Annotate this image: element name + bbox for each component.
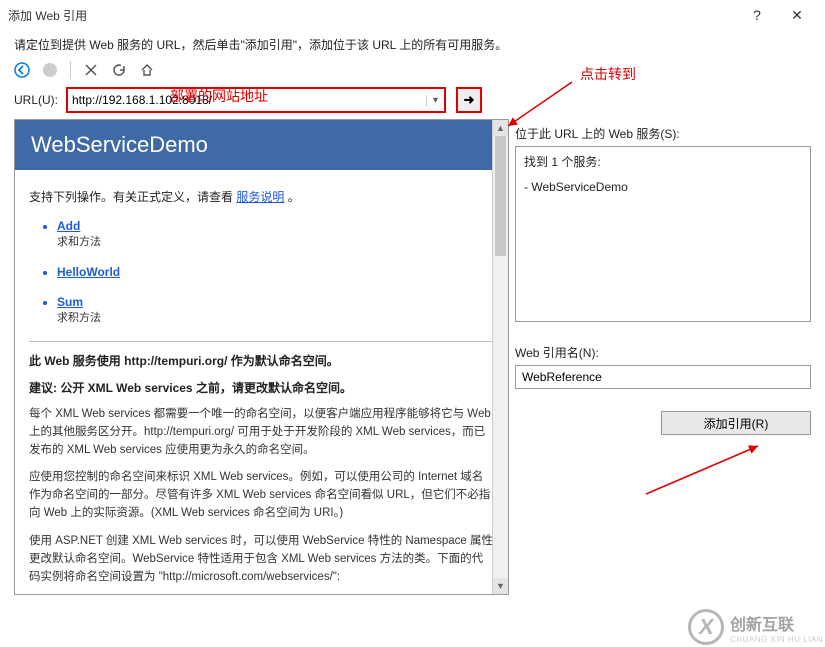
toolbar-separator — [70, 61, 71, 79]
stop-icon[interactable] — [83, 62, 99, 78]
operation-desc: 求和方法 — [57, 236, 101, 248]
annotation-deploy-address: 部署的网站地址 — [170, 86, 268, 106]
add-reference-button[interactable]: 添加引用(R) — [661, 411, 811, 435]
watermark: X 创新互联 CHUANG XIN HU LIAN — [688, 609, 823, 645]
service-description-link[interactable]: 服务说明 — [236, 190, 284, 204]
operation-link-add[interactable]: Add — [57, 219, 494, 233]
service-intro: 支持下列操作。有关正式定义，请查看 服务说明 。 — [29, 188, 494, 205]
intro-prefix: 支持下列操作。有关正式定义，请查看 — [29, 190, 233, 204]
vertical-scrollbar[interactable]: ▲ ▼ — [492, 120, 508, 594]
window-title: 添加 Web 引用 — [8, 7, 737, 24]
url-row: URL(U): ▾ ➜ — [0, 81, 825, 119]
found-item[interactable]: - WebServiceDemo — [524, 180, 802, 194]
scroll-down-icon[interactable]: ▼ — [493, 578, 508, 594]
found-count: 找到 1 个服务: — [524, 153, 802, 170]
go-button[interactable]: ➜ — [456, 87, 482, 113]
refresh-icon[interactable] — [111, 62, 127, 78]
scroll-thumb[interactable] — [495, 136, 506, 256]
paragraph-3: 使用 ASP.NET 创建 XML Web services 时，可以使用 We… — [29, 533, 494, 586]
title-bar: 添加 Web 引用 ? ✕ — [0, 0, 825, 30]
recommend-line: 建议: 公开 XML Web services 之前，请更改默认命名空间。 — [29, 379, 494, 396]
refname-label: Web 引用名(N): — [515, 338, 811, 361]
service-header: WebServiceDemo — [15, 120, 508, 170]
go-arrow-icon: ➜ — [464, 92, 475, 108]
operation-list: Add 求和方法 HelloWorld Sum 求积方法 — [29, 219, 494, 325]
watermark-sub: CHUANG XIN HU LIAN — [730, 635, 823, 644]
service-preview-pane: WebServiceDemo 支持下列操作。有关正式定义，请查看 服务说明 。 … — [14, 119, 509, 595]
instruction-text: 请定位到提供 Web 服务的 URL，然后单击"添加引用"，添加位于该 URL … — [0, 30, 825, 59]
right-pane: 位于此 URL 上的 Web 服务(S): 找到 1 个服务: - WebSer… — [515, 119, 811, 595]
scroll-up-icon[interactable]: ▲ — [493, 120, 508, 136]
watermark-brand: 创新互联 — [730, 611, 823, 635]
operation-desc: 求积方法 — [57, 312, 101, 324]
help-button[interactable]: ? — [737, 7, 777, 23]
chevron-down-icon[interactable]: ▾ — [426, 95, 444, 106]
annotation-click-go: 点击转到 — [580, 64, 636, 84]
home-icon[interactable] — [139, 62, 155, 78]
services-list[interactable]: 找到 1 个服务: - WebServiceDemo — [515, 146, 811, 322]
operation-link-sum[interactable]: Sum — [57, 295, 494, 309]
toolbar — [0, 59, 825, 81]
operation-item: HelloWorld — [57, 265, 494, 279]
forward-icon — [42, 62, 58, 78]
operation-link-helloworld[interactable]: HelloWorld — [57, 265, 494, 279]
operation-item: Sum 求积方法 — [57, 295, 494, 325]
watermark-logo-icon: X — [688, 609, 724, 645]
back-icon[interactable] — [14, 62, 30, 78]
paragraph-2: 应使用您控制的命名空间来标识 XML Web services。例如，可以使用公… — [29, 469, 494, 522]
close-button[interactable]: ✕ — [777, 7, 817, 24]
url-label: URL(U): — [14, 93, 58, 107]
paragraph-1: 每个 XML Web services 都需要一个唯一的命名空间，以便客户端应用… — [29, 406, 494, 459]
refname-input[interactable] — [515, 365, 811, 389]
services-label: 位于此 URL 上的 Web 服务(S): — [515, 119, 811, 142]
divider — [29, 341, 494, 342]
operation-item: Add 求和方法 — [57, 219, 494, 249]
intro-suffix: 。 — [288, 190, 300, 204]
namespace-line: 此 Web 服务使用 http://tempuri.org/ 作为默认命名空间。 — [29, 352, 494, 369]
